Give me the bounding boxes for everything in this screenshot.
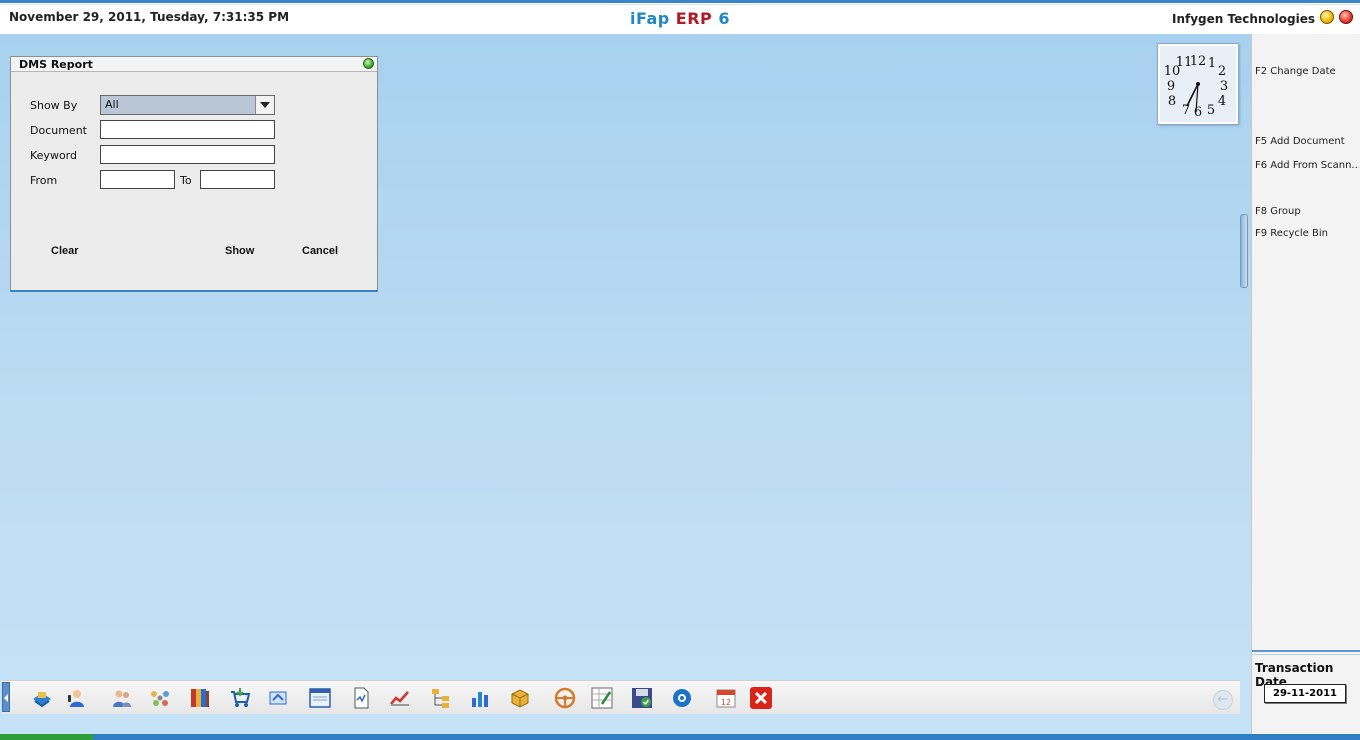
shortcut-change-date[interactable]: F2 Change Date bbox=[1255, 66, 1359, 77]
graph-icon[interactable] bbox=[388, 686, 412, 710]
app-title-ifap: iFap bbox=[629, 9, 670, 28]
panel-divider bbox=[1252, 650, 1360, 655]
clock-number: 11 bbox=[1176, 55, 1193, 70]
keyword-input[interactable] bbox=[100, 145, 275, 164]
clock-number: 9 bbox=[1167, 79, 1175, 94]
taskbar: 12 ← bbox=[2, 680, 1240, 714]
top-bar: November 29, 2011, Tuesday, 7:31:35 PM i… bbox=[0, 0, 1360, 34]
clock-number: 4 bbox=[1218, 94, 1226, 109]
close-app-button[interactable] bbox=[1339, 10, 1353, 24]
panel-collapse-handle[interactable] bbox=[1240, 214, 1248, 288]
gear-icon[interactable] bbox=[670, 686, 694, 710]
dialog-status-icon[interactable] bbox=[363, 58, 374, 69]
calendar-day: 12 bbox=[721, 698, 731, 707]
clock-number: 6 bbox=[1194, 105, 1202, 120]
transaction-date-value[interactable]: 29-11-2011 bbox=[1264, 684, 1346, 703]
from-label: From bbox=[30, 174, 58, 187]
phone-user-icon[interactable] bbox=[65, 686, 89, 710]
back-arrow-icon[interactable]: ← bbox=[1213, 690, 1233, 710]
to-label: To bbox=[180, 174, 192, 187]
show-by-select[interactable]: All bbox=[100, 95, 275, 115]
tree-icon[interactable] bbox=[429, 686, 453, 710]
taskbar-scroll-left[interactable] bbox=[2, 682, 10, 712]
shortcut-add-from-scanner[interactable]: F6 Add From Scann... bbox=[1255, 160, 1359, 171]
show-by-value: All bbox=[105, 98, 119, 111]
document-label: Document bbox=[30, 124, 87, 137]
app-title-erp: ERP bbox=[675, 9, 713, 28]
shortcut-panel: F2 Change Date F5 Add Document F6 Add Fr… bbox=[1251, 34, 1360, 734]
analog-clock: 12 1 2 3 4 5 6 7 8 9 10 11 bbox=[1157, 43, 1239, 125]
window-icon[interactable] bbox=[308, 686, 332, 710]
clock-number: 7 bbox=[1182, 103, 1190, 118]
chevron-down-icon[interactable] bbox=[255, 96, 274, 114]
dialog-title: DMS Report bbox=[19, 58, 93, 71]
shortcut-group[interactable]: F8 Group bbox=[1255, 206, 1359, 217]
keyword-label: Keyword bbox=[30, 149, 77, 162]
sync-icon[interactable] bbox=[266, 686, 290, 710]
from-date-input[interactable] bbox=[100, 170, 175, 189]
shortcut-recycle-bin[interactable]: F9 Recycle Bin bbox=[1255, 228, 1359, 239]
document-icon[interactable] bbox=[349, 686, 373, 710]
document-input[interactable] bbox=[100, 120, 275, 139]
bottom-status-strip bbox=[0, 734, 1360, 740]
clock-number: 3 bbox=[1220, 79, 1228, 94]
clock-number: 1 bbox=[1208, 56, 1216, 71]
minimize-button[interactable] bbox=[1320, 10, 1334, 24]
network-icon[interactable] bbox=[148, 686, 172, 710]
dms-report-dialog: DMS Report Show By All Document Keyword … bbox=[10, 56, 378, 292]
to-date-input[interactable] bbox=[200, 170, 275, 189]
dialog-header: DMS Report bbox=[11, 57, 377, 72]
shortcut-add-document[interactable]: F5 Add Document bbox=[1255, 136, 1359, 147]
people-icon[interactable] bbox=[110, 686, 134, 710]
cart-icon[interactable] bbox=[228, 686, 252, 710]
clock-number: 5 bbox=[1207, 103, 1215, 118]
exit-icon[interactable] bbox=[749, 686, 773, 710]
books-icon[interactable] bbox=[188, 686, 212, 710]
show-by-label: Show By bbox=[30, 99, 78, 112]
cancel-button[interactable]: Cancel bbox=[302, 245, 338, 257]
app-title: iFap ERP 6 bbox=[0, 9, 1360, 28]
show-button[interactable]: Show bbox=[225, 245, 254, 257]
company-name: Infygen Technologies bbox=[1171, 12, 1315, 26]
app-title-version: 6 bbox=[718, 9, 730, 28]
money-icon[interactable] bbox=[30, 686, 54, 710]
clear-button[interactable]: Clear bbox=[51, 245, 79, 257]
clock-face-icon: 12 1 2 3 4 5 6 7 8 9 10 11 bbox=[1160, 46, 1236, 122]
chart-icon[interactable] bbox=[469, 686, 493, 710]
package-icon[interactable] bbox=[508, 686, 532, 710]
clock-number: 8 bbox=[1168, 94, 1176, 109]
calendar-icon[interactable]: 12 bbox=[714, 686, 738, 710]
steering-icon[interactable] bbox=[553, 686, 577, 710]
spreadsheet-icon[interactable] bbox=[590, 686, 614, 710]
save-check-icon[interactable] bbox=[630, 686, 654, 710]
clock-number: 2 bbox=[1218, 64, 1226, 79]
